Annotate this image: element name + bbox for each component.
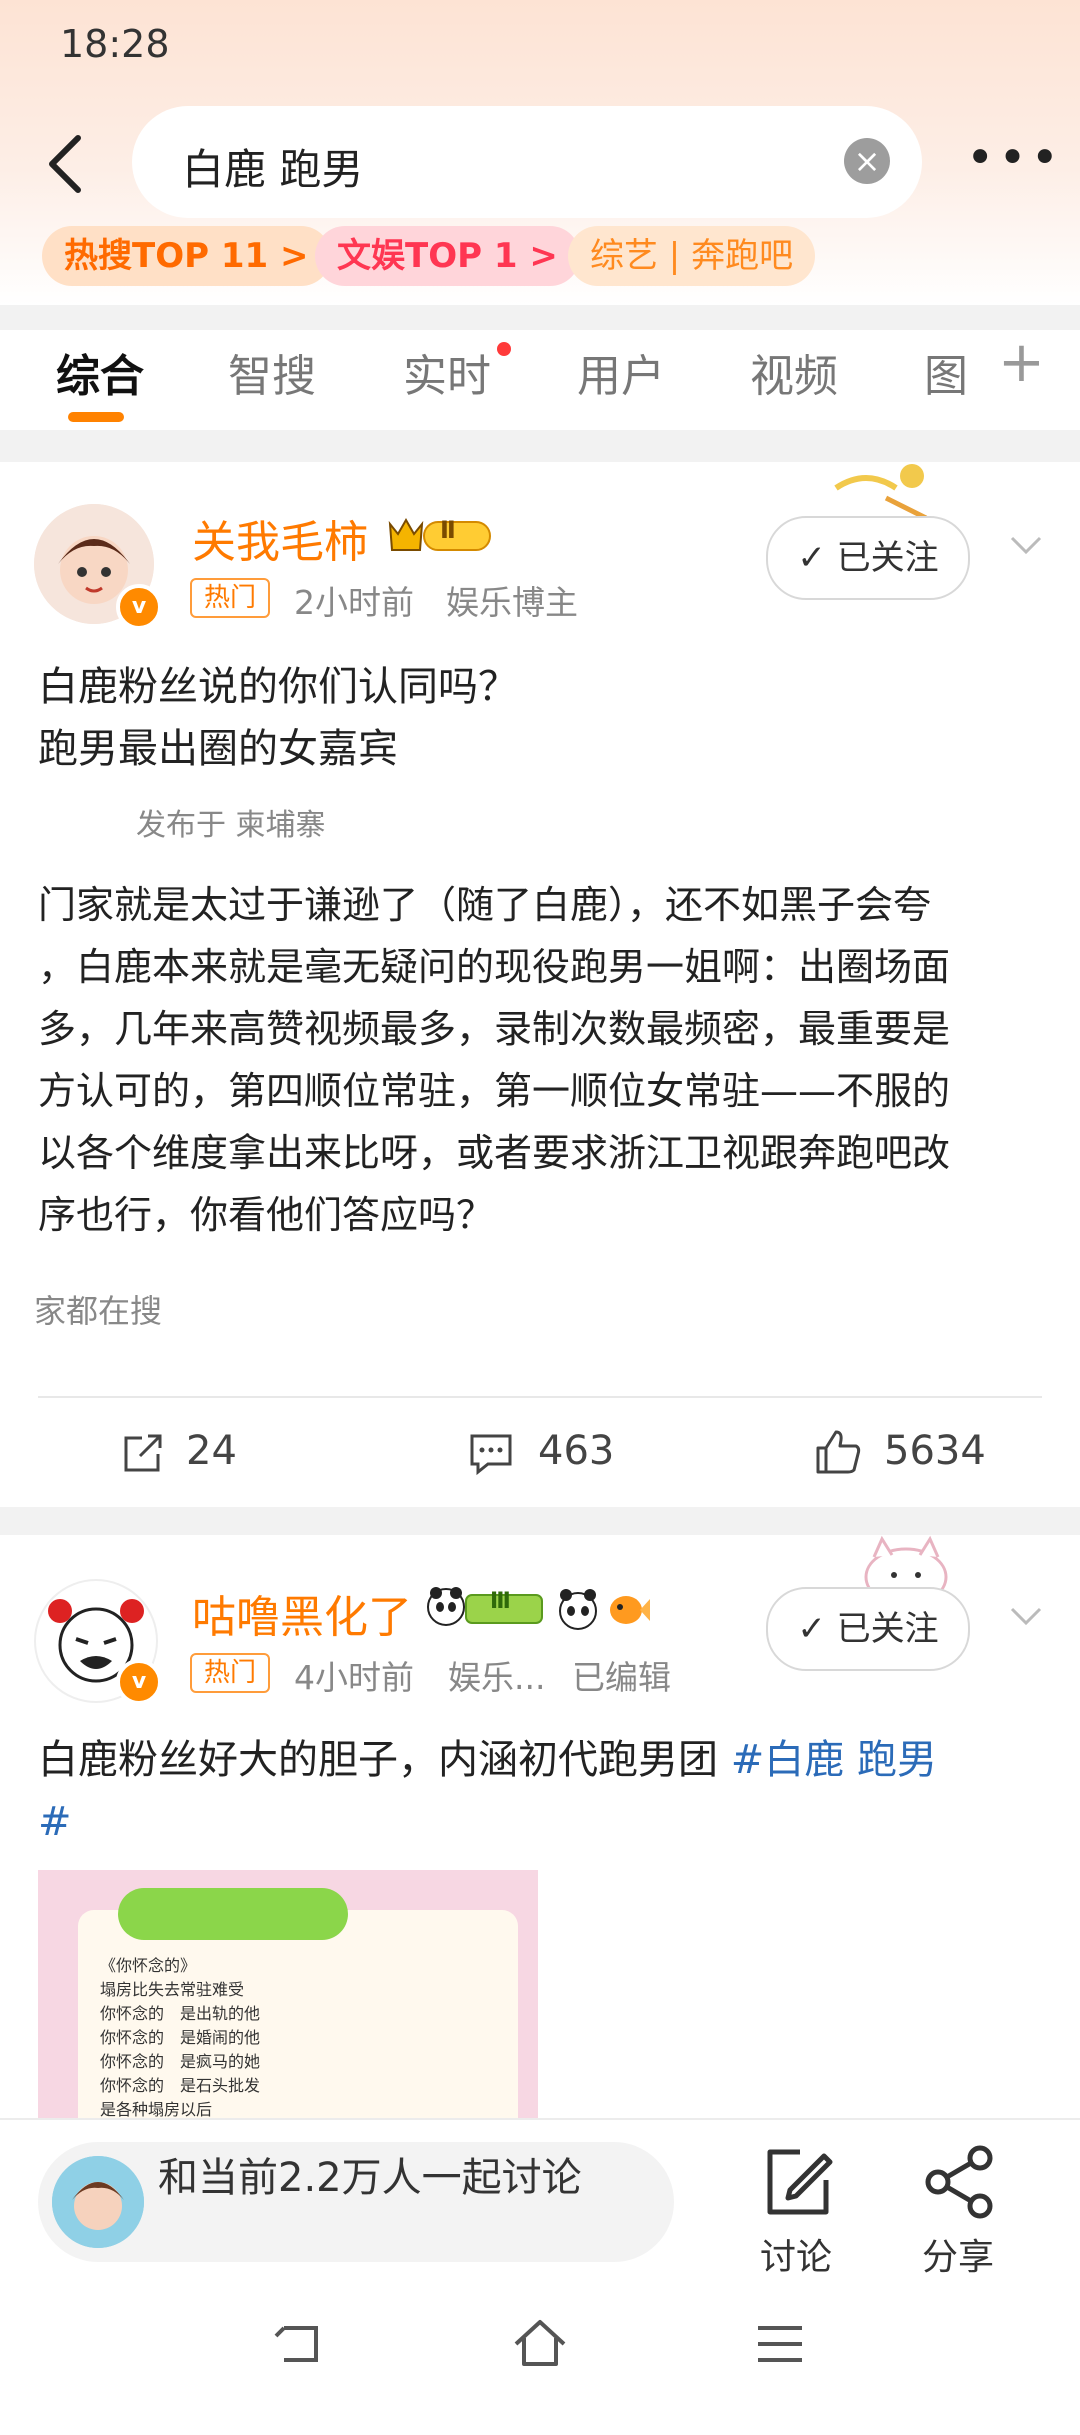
image-line: 你怀念的 是石头批发	[100, 2076, 261, 2095]
edit-icon[interactable]	[760, 2144, 836, 2220]
share-icon[interactable]	[922, 2144, 998, 2220]
more-icon[interactable]: •••	[966, 130, 1063, 186]
topic-tag-end[interactable]: #	[38, 1799, 72, 1845]
search-header: 18:28 白鹿 跑男 × ••• 热搜TOP 11 > 文娱TOP 1 > 综…	[0, 0, 1080, 305]
repost-icon[interactable]	[120, 1430, 166, 1476]
post-image[interactable]: 《你怀念的》 塌房比失去常驻难受 你怀念的 是出轨的他 你怀念的 是婚闹的他 你…	[38, 1870, 538, 2130]
share-label[interactable]: 分享	[922, 2228, 994, 2280]
post-text-main: 白鹿粉丝好大的胆子，内涵初代跑男团	[38, 1737, 731, 1783]
chevron-down-icon[interactable]	[1006, 524, 1046, 564]
tab-bar: 综合 智搜 实时 用户 视频 图 +	[0, 330, 1080, 430]
hot-badge: 热门	[190, 1653, 271, 1693]
avatar-illustration-icon	[52, 2156, 144, 2248]
image-line: 是各种塌房以后	[100, 2100, 213, 2119]
post-source: 娱乐博主	[446, 583, 578, 622]
tab-realtime[interactable]: 实时	[403, 340, 491, 404]
search-query: 白鹿 跑男	[182, 145, 364, 194]
tab-smart-search[interactable]: 智搜	[228, 340, 316, 404]
check-icon: ✓	[797, 538, 826, 578]
post-card: v 关我毛柿 Ⅱ 热门 2小时前 娱乐博主 ✓ 已关注 白鹿粉丝说的你们认同吗？…	[0, 462, 1080, 1507]
like-count[interactable]: 5634	[884, 1428, 986, 1474]
bottom-discussion-bar: 和当前2.2万人一起讨论 讨论 分享	[0, 2118, 1080, 2290]
chevron-down-icon[interactable]	[1006, 1595, 1046, 1635]
username[interactable]: 关我毛柿	[192, 506, 368, 570]
image-text: 《你怀念的》 塌房比失去常驻难受 你怀念的 是出轨的他 你怀念的 是婚闹的他 你…	[100, 1954, 260, 2122]
like-icon[interactable]	[814, 1428, 864, 1476]
post-body-line: 门家就是太过于谦逊了（随了白鹿），还不如黑子会夸	[38, 883, 932, 927]
nav-menu-icon[interactable]	[750, 2314, 810, 2374]
comment-icon[interactable]	[468, 1432, 514, 1476]
tab-images[interactable]: 图	[924, 340, 968, 404]
post-text: 白鹿粉丝好大的胆子，内涵初代跑男团 #白鹿 跑男 #	[38, 1729, 1048, 1853]
nav-home-icon[interactable]	[510, 2314, 570, 2374]
divider	[38, 1396, 1042, 1398]
panda-level-icon	[427, 1587, 543, 1626]
user-avatar	[52, 2156, 144, 2248]
image-line: 你怀念的 是出轨的他	[100, 2004, 261, 2023]
post-body-line: 多，几年来高赞视频最多，录制次数最频密，最重要是	[38, 1007, 951, 1051]
follow-label: 已关注	[836, 1609, 939, 1649]
post-body-line: 以各个维度拿出来比呀，或者要求浙江卫视跟奔跑吧改	[38, 1131, 951, 1175]
level-label: Ⅱ	[440, 516, 456, 544]
discussion-input[interactable]: 和当前2.2万人一起讨论	[38, 2142, 674, 2262]
discuss-label[interactable]: 讨论	[760, 2228, 832, 2280]
tab-videos[interactable]: 视频	[750, 340, 838, 404]
check-icon: ✓	[797, 1609, 826, 1649]
level-label: Ⅲ	[490, 1589, 511, 1614]
post-body-line: 序也行，你看他们答应吗？	[38, 1193, 495, 1237]
variety-chip[interactable]: 综艺 | 奔跑吧	[568, 226, 816, 286]
tab-users[interactable]: 用户	[577, 340, 665, 404]
reaction-bar	[118, 1888, 348, 1940]
post-text-line: 跑男最出圈的女嘉宾	[38, 726, 398, 772]
panda-icon	[559, 1589, 597, 1630]
image-line: 你怀念的 是婚闹的他	[100, 2028, 261, 2047]
username[interactable]: 咕噜黑化了	[192, 1581, 412, 1645]
post-location: 发布于 柬埔寨	[136, 808, 326, 843]
image-line: 你怀念的 是疯马的她	[100, 2052, 261, 2071]
unread-dot	[497, 342, 511, 356]
entertainment-chip[interactable]: 文娱TOP 1 >	[315, 226, 580, 286]
post-text-line: 白鹿粉丝说的你们认同吗？	[38, 664, 518, 710]
hot-badge: 热门	[190, 578, 271, 618]
follow-button[interactable]: ✓ 已关注	[766, 516, 970, 600]
edited-label: 已编辑	[572, 1658, 671, 1697]
follow-label: 已关注	[836, 538, 939, 578]
tab-underline	[68, 412, 124, 422]
hot-search-chip[interactable]: 热搜TOP 11 >	[42, 226, 331, 286]
follow-button[interactable]: ✓ 已关注	[766, 1587, 970, 1671]
verified-icon: v	[116, 584, 162, 630]
image-line: 塌房比失去常驻难受	[100, 1980, 245, 1999]
nav-back-icon[interactable]	[270, 2314, 330, 2374]
topic-tag[interactable]: #白鹿 跑男	[731, 1737, 937, 1783]
post-body-line: ，白鹿本来就是毫无疑问的现役跑男一姐啊：出圈场面	[38, 945, 951, 989]
comment-count[interactable]: 463	[538, 1428, 614, 1474]
image-title: 《你怀念的》	[100, 1956, 197, 1975]
post-body-line: 方认可的，第四顺位常驻，第一顺位女常驻——不服的	[38, 1069, 951, 1113]
post-time: 4小时前	[294, 1658, 414, 1697]
repost-count[interactable]: 24	[186, 1428, 237, 1474]
discussion-prompt: 和当前2.2万人一起讨论	[158, 2155, 582, 2201]
fish-icon	[610, 1596, 650, 1624]
tab-comprehensive[interactable]: 综合	[56, 340, 144, 404]
search-input[interactable]: 白鹿 跑男 ×	[132, 106, 922, 218]
related-search[interactable]: 家都在搜	[34, 1286, 162, 1332]
system-nav-bar	[0, 2288, 1080, 2404]
clear-icon[interactable]: ×	[844, 138, 890, 184]
post-source: 娱乐...	[448, 1658, 546, 1697]
status-time: 18:28	[60, 22, 170, 66]
back-icon[interactable]	[40, 128, 92, 200]
add-tab-icon[interactable]: +	[998, 330, 1045, 395]
verified-icon: v	[116, 1659, 162, 1705]
post-time: 2小时前	[294, 583, 414, 622]
